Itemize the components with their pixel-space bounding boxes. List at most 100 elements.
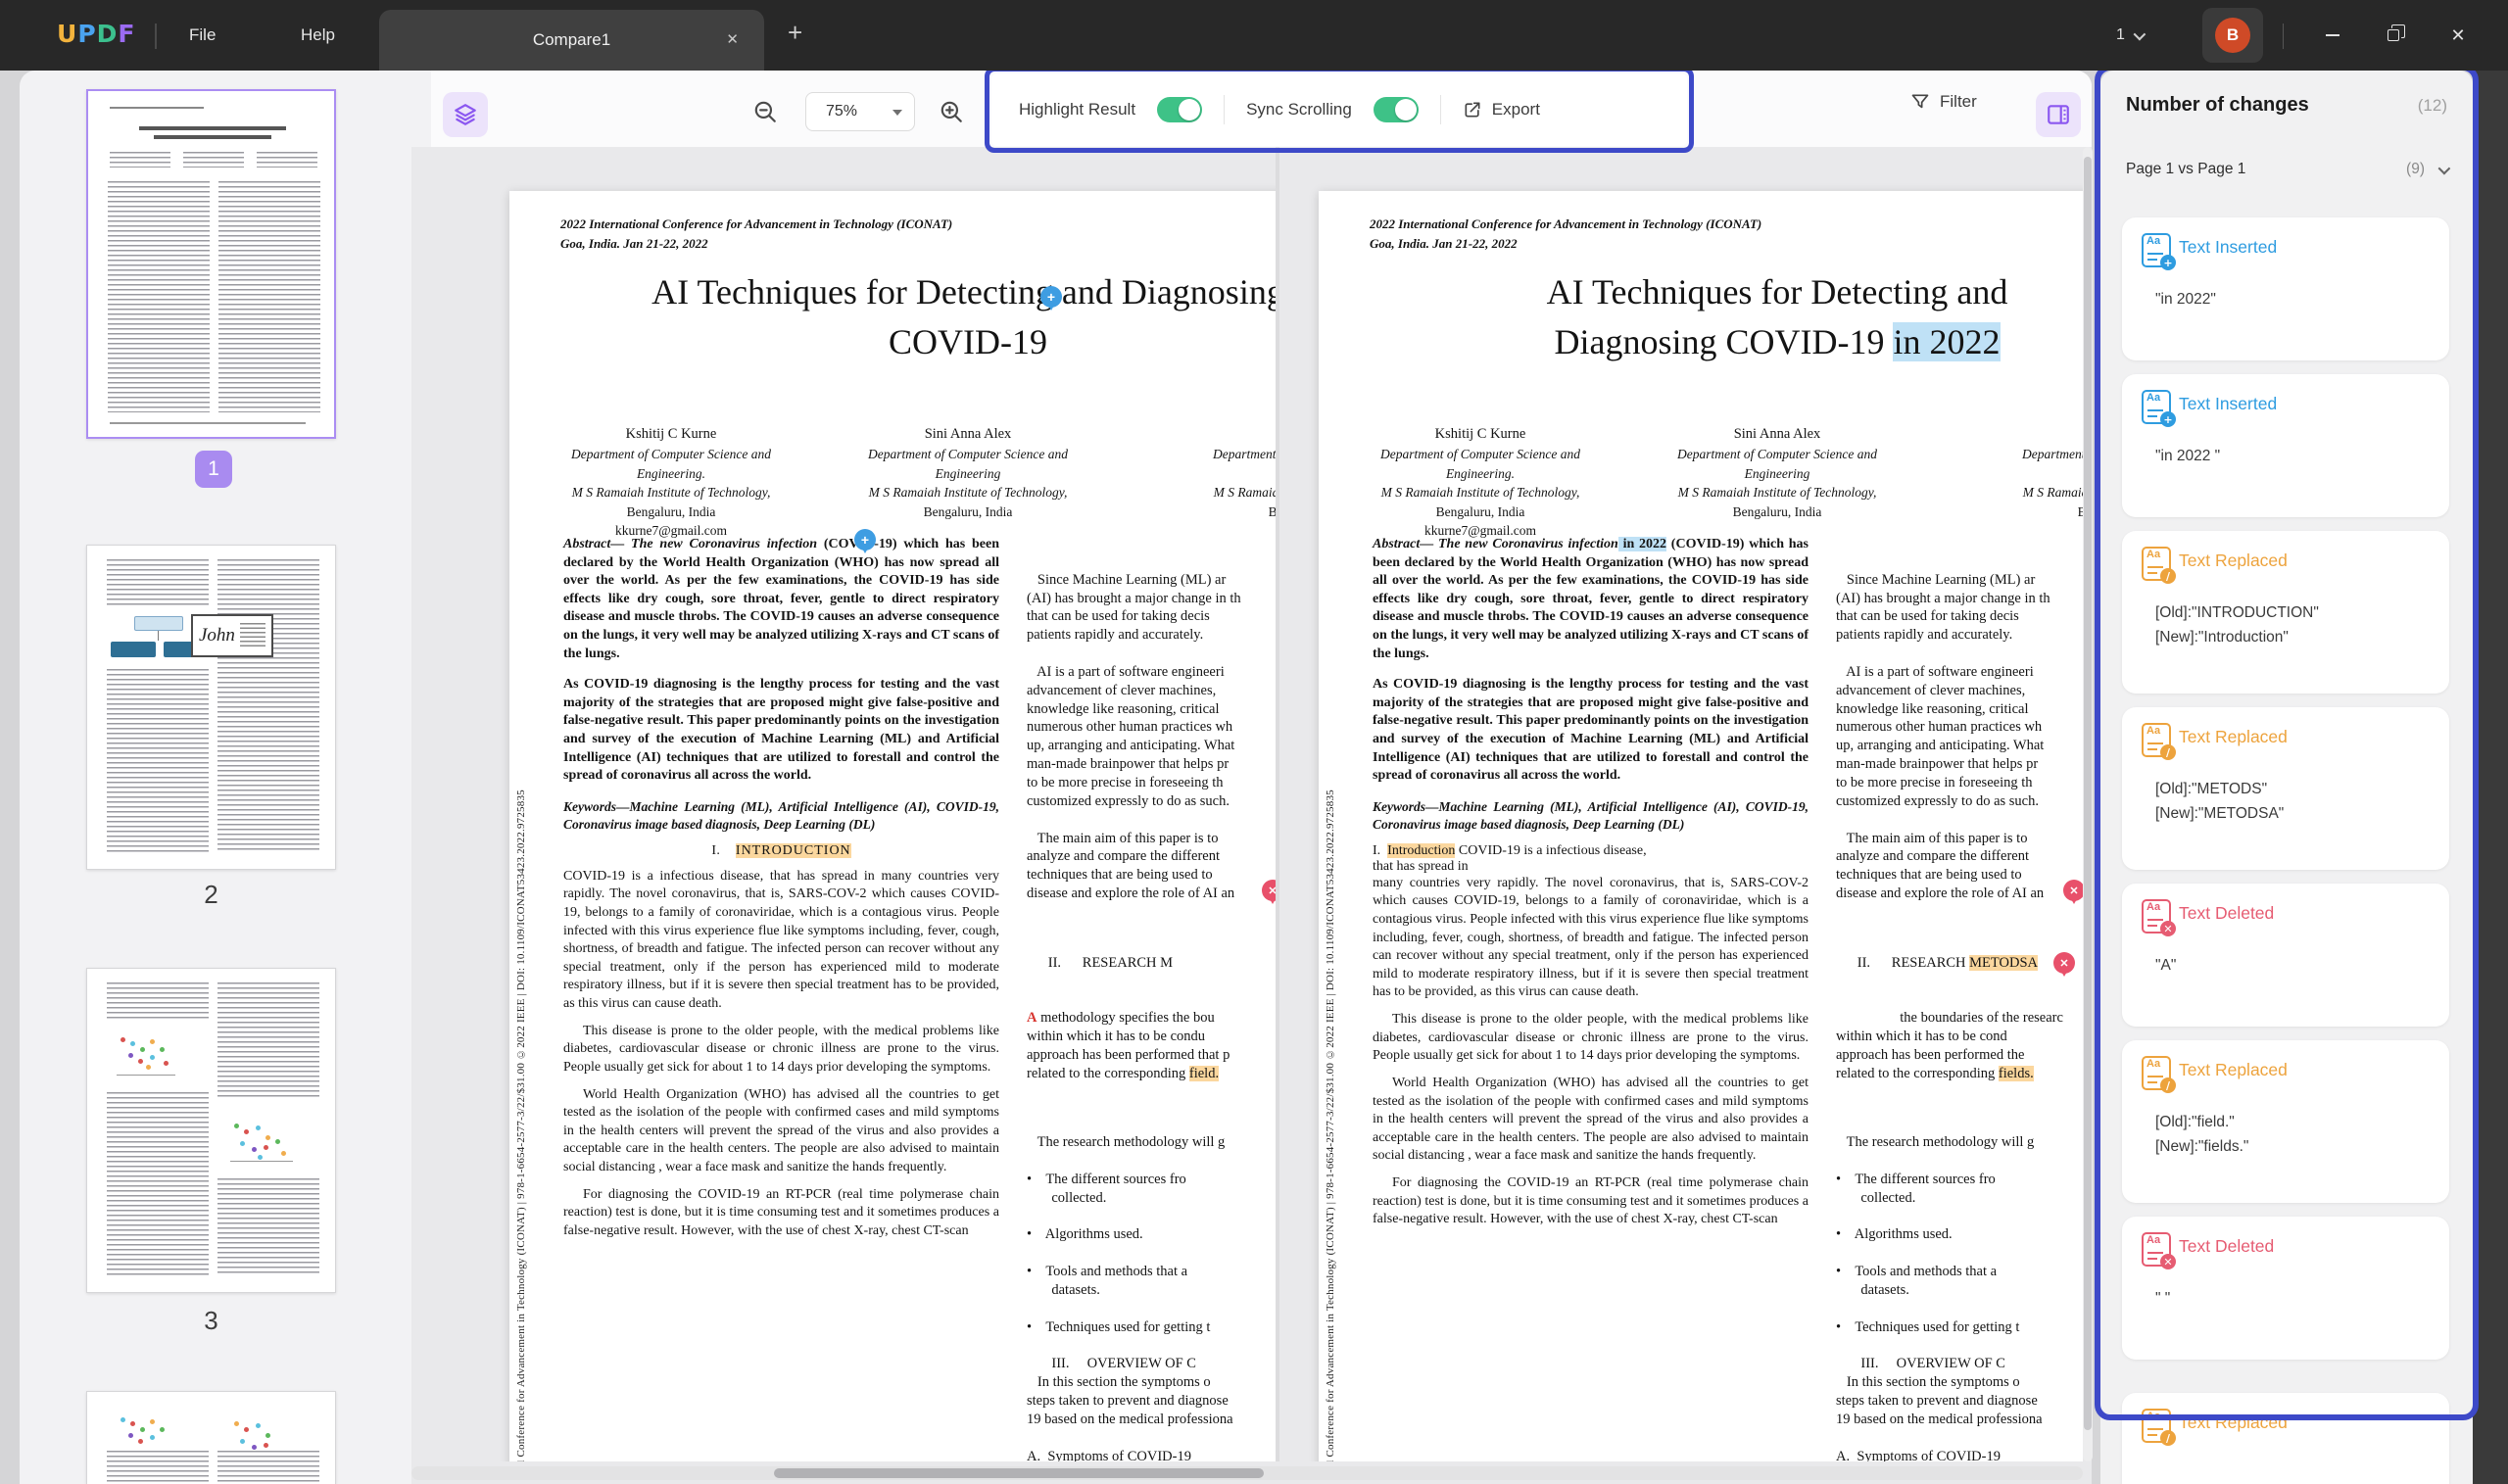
zoom-out-icon bbox=[754, 101, 776, 122]
horizontal-scrollbar[interactable] bbox=[411, 1466, 2083, 1480]
author-block: Department of Computer Science and Engin… bbox=[1213, 447, 1276, 519]
account-button[interactable]: B bbox=[2202, 8, 2263, 63]
zoom-level-select[interactable]: 75% bbox=[805, 92, 915, 131]
replaced-highlight: METODSA bbox=[1969, 954, 2038, 971]
thumb-author-block bbox=[257, 152, 317, 168]
highlight-result-label: Highlight Result bbox=[1019, 100, 1136, 119]
thumb-text-lines bbox=[217, 982, 319, 1100]
divider bbox=[1224, 95, 1226, 124]
left-column: Abstract— The new Coronavirus infection … bbox=[1373, 537, 1809, 1227]
group-count: (9) bbox=[2406, 161, 2425, 177]
zoom-level-value: 75% bbox=[826, 103, 858, 120]
page-compare-group[interactable]: Page 1 vs Page 1 (9) bbox=[2126, 155, 2451, 184]
thumbnail-page-2[interactable]: John bbox=[86, 545, 336, 870]
change-value: "in 2022 " bbox=[2155, 448, 2221, 464]
old-document-pane[interactable]: 2022 International Conference for Advanc… bbox=[411, 147, 1276, 1461]
tab-compare1[interactable]: Compare1 ✕ bbox=[379, 10, 764, 71]
change-value: " " bbox=[2155, 1290, 2171, 1307]
author-block: Department of Computer Science and Engin… bbox=[2022, 447, 2083, 519]
export-icon bbox=[1465, 102, 1480, 118]
window-edge-strip bbox=[2473, 0, 2508, 1484]
titlebar-divider bbox=[155, 24, 157, 49]
logo-letter: P bbox=[77, 20, 97, 48]
menu-file[interactable]: File bbox=[189, 0, 216, 71]
page-count-dropdown[interactable]: 1 bbox=[2116, 0, 2146, 71]
thumb-text-lines bbox=[217, 559, 319, 853]
horizontal-scrollbar-thumb[interactable] bbox=[774, 1468, 1264, 1478]
change-card-text-replaced[interactable]: Aa ∕ Text Replaced [Old]:"field." [New]:"… bbox=[2122, 1040, 2449, 1203]
section-2-heading: II. RESEARCH M bbox=[1027, 954, 1174, 971]
change-card-text-replaced[interactable]: Aa ∕ Text Replaced [Old]:"METODS" [New]:"… bbox=[2122, 707, 2449, 870]
chevron-down-icon bbox=[2437, 162, 2451, 174]
change-card-text-inserted[interactable]: Aa + Text Inserted "in 2022 " bbox=[2122, 374, 2449, 517]
pages-panel-button[interactable] bbox=[443, 92, 488, 137]
thumbnail-page-3[interactable] bbox=[86, 968, 336, 1293]
thumb-text-lines bbox=[108, 181, 210, 412]
sync-scrolling-toggle[interactable] bbox=[1373, 97, 1419, 122]
thumb-text-lines bbox=[217, 1451, 319, 1484]
conference-header: 2022 International Conference for Advanc… bbox=[560, 216, 953, 251]
change-type-label: Text Replaced bbox=[2179, 727, 2288, 746]
change-type-label: Text Replaced bbox=[2179, 551, 2288, 570]
changes-panel-toggle[interactable] bbox=[2036, 92, 2081, 137]
highlight-result-toggle[interactable] bbox=[1157, 97, 1203, 122]
author-block: Kshitij C Kurne Department of Computer S… bbox=[1380, 426, 1580, 539]
replaced-highlight: INTRODUCTION bbox=[735, 842, 851, 858]
thumbnail-page-4[interactable] bbox=[86, 1391, 336, 1484]
section-1-heading: I. INTRODUCTION bbox=[711, 842, 851, 858]
section-1-heading: I. Introduction COVID-19 is a infectious… bbox=[1373, 842, 1647, 858]
compare-options-group: Highlight Result Sync Scrolling Export bbox=[991, 73, 1687, 146]
scatter-axis bbox=[230, 1161, 293, 1162]
change-type-label: Text Replaced bbox=[2179, 1412, 2288, 1432]
export-label: Export bbox=[1491, 100, 1540, 119]
zoom-in-icon bbox=[940, 101, 962, 122]
text-deleted-icon: Aa ✕ bbox=[2142, 1232, 2176, 1269]
close-button[interactable]: ✕ bbox=[2436, 0, 2481, 71]
vertical-scrollbar-thumb[interactable] bbox=[2084, 157, 2092, 1430]
change-card-text-deleted[interactable]: Aa ✕ Text Deleted "A" bbox=[2122, 884, 2449, 1027]
page-1-badge[interactable]: 1 bbox=[195, 451, 232, 488]
insert-change-pin[interactable]: + bbox=[854, 529, 876, 553]
restore-button[interactable] bbox=[2371, 0, 2416, 71]
filter-label: Filter bbox=[1940, 92, 1977, 111]
change-type-label: Text Inserted bbox=[2179, 394, 2278, 413]
new-document-pane[interactable]: 2022 International Conference for Advanc… bbox=[1279, 147, 2083, 1461]
change-card-text-replaced[interactable]: Aa ∕ Text Replaced bbox=[2122, 1393, 2449, 1484]
tab-label: Compare1 bbox=[532, 30, 611, 49]
signature-name: John bbox=[199, 625, 235, 646]
flowchart-connector bbox=[158, 631, 159, 641]
paper-title: AI Techniques for Detecting and Diagnosi… bbox=[1546, 272, 2008, 362]
updf-logo[interactable]: UPDF bbox=[57, 20, 135, 48]
avatar: B bbox=[2215, 18, 2250, 53]
thumb-footer-line bbox=[110, 422, 306, 424]
minimize-icon bbox=[2326, 34, 2339, 36]
change-card-text-inserted[interactable]: Aa + Text Inserted "in 2022" bbox=[2122, 217, 2449, 360]
thumb-text-lines bbox=[107, 669, 209, 853]
delete-change-pin[interactable]: ✕ bbox=[2053, 952, 2075, 977]
deleted-text-marker: A bbox=[1027, 1010, 1037, 1027]
new-tab-button[interactable]: + bbox=[788, 18, 802, 48]
delete-change-pin[interactable]: ✕ bbox=[2063, 880, 2083, 904]
flowchart-box bbox=[134, 616, 183, 631]
zoom-out-button[interactable] bbox=[752, 99, 778, 124]
change-type-label: Text Inserted bbox=[2179, 237, 2278, 257]
change-card-text-replaced[interactable]: Aa ∕ Text Replaced [Old]:"INTRODUCTION" [… bbox=[2122, 531, 2449, 694]
insert-change-pin[interactable]: + bbox=[1040, 286, 1062, 311]
filter-icon bbox=[1911, 94, 1929, 109]
filter-button[interactable]: Filter bbox=[1910, 92, 1977, 112]
change-value: "in 2022" bbox=[2155, 291, 2216, 308]
logo-letter: F bbox=[118, 20, 136, 48]
section-2-heading: II. RESEARCH METODSA bbox=[1836, 954, 2038, 971]
thumb-title-line bbox=[139, 126, 286, 130]
logo-letter: U bbox=[57, 20, 78, 48]
tab-close-icon[interactable]: ✕ bbox=[726, 30, 739, 50]
export-button[interactable]: Export bbox=[1463, 100, 1540, 120]
thumbnail-page-1[interactable] bbox=[86, 89, 336, 439]
change-card-text-deleted[interactable]: Aa ✕ Text Deleted " " bbox=[2122, 1217, 2449, 1360]
page-count-value: 1 bbox=[2116, 26, 2125, 43]
zoom-in-button[interactable] bbox=[939, 99, 964, 124]
menu-help[interactable]: Help bbox=[301, 0, 335, 71]
minimize-button[interactable] bbox=[2310, 0, 2355, 71]
side-panel-icon bbox=[2048, 105, 2069, 124]
change-value: [Old]:"METODS" [New]:"METODSA" bbox=[2155, 781, 2285, 822]
